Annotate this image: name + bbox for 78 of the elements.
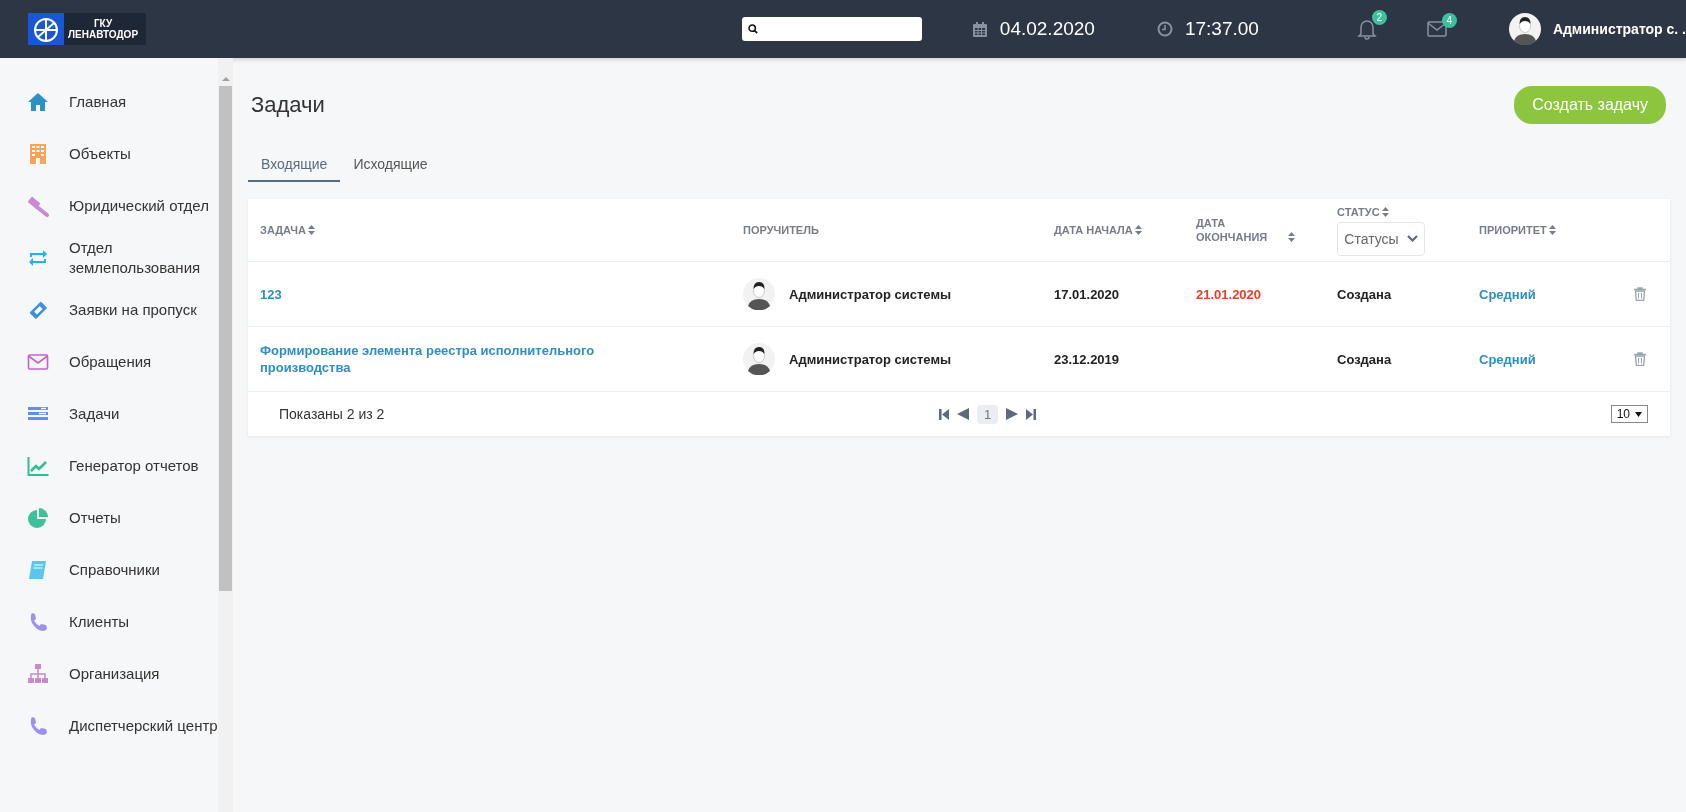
- sidebar-item[interactable]: Заявки на пропуск: [0, 284, 218, 336]
- chevron-down-icon: [1406, 235, 1418, 242]
- notification-count: 2: [1371, 10, 1387, 25]
- next-page-icon[interactable]: [1006, 408, 1019, 420]
- column-header[interactable]: ДАТА ОКОНЧАНИЯ: [1196, 216, 1286, 244]
- task-link[interactable]: 123: [260, 285, 282, 303]
- column-header[interactable]: ПОРУЧИТЕЛЬ: [743, 223, 819, 237]
- calendar-icon: [971, 20, 988, 38]
- sort-icon[interactable]: [1288, 232, 1295, 242]
- sidebar-item[interactable]: Объекты: [0, 128, 218, 180]
- assigner-name: Администратор системы: [789, 286, 952, 302]
- scrollbar[interactable]: [218, 58, 233, 812]
- user-avatar: [743, 343, 775, 375]
- home-icon: [27, 91, 49, 113]
- sidebar-item[interactable]: Справочники: [0, 544, 218, 596]
- user-avatar: [743, 278, 775, 310]
- book-icon: [27, 559, 49, 581]
- sidebar-item[interactable]: Организация: [0, 648, 218, 700]
- status-text: Создана: [1337, 286, 1392, 302]
- scroll-up-icon[interactable]: [221, 76, 230, 82]
- logo-text: ГКУ: [93, 18, 113, 29]
- envelope-icon[interactable]: [1426, 21, 1447, 37]
- sidebar-item[interactable]: Задачи: [0, 388, 218, 440]
- user-avatar[interactable]: [1508, 13, 1541, 45]
- logo[interactable]: ГКУ ЛЕНАВТОДОР: [28, 13, 146, 45]
- priority-link[interactable]: Средний: [1479, 285, 1536, 303]
- current-time: 17:37.00: [1184, 18, 1259, 40]
- envelope-icon: [27, 351, 49, 373]
- sidebar-item[interactable]: Диспетчерский центр: [0, 700, 218, 752]
- sidebar-item[interactable]: Генератор отчетов: [0, 440, 218, 492]
- user-name[interactable]: Администратор с. .: [1552, 21, 1686, 37]
- task-link[interactable]: Формирование элемента реестра исполнительного производства: [260, 342, 620, 376]
- trash-icon[interactable]: [1634, 287, 1646, 301]
- column-header[interactable]: ПРИОРИТЕТ: [1479, 223, 1547, 237]
- end-date: 21.01.2020: [1196, 286, 1262, 302]
- status-filter-dropdown[interactable]: Статусы: [1337, 221, 1425, 256]
- column-header[interactable]: ДАТА НАЧАЛА: [1054, 223, 1133, 237]
- sort-icon[interactable]: [1134, 225, 1142, 235]
- tab[interactable]: Входящие: [248, 148, 341, 182]
- gavel-icon: [27, 195, 49, 217]
- caret-icon: [1635, 411, 1642, 417]
- logo-text: ЛЕНАВТОДОР: [68, 29, 139, 40]
- priority-link[interactable]: Средний: [1479, 350, 1536, 368]
- status-text: Создана: [1337, 351, 1392, 367]
- pie-chart-icon: [27, 507, 49, 529]
- sidebar-item[interactable]: Обращения: [0, 336, 218, 388]
- hierarchy-icon: [27, 663, 49, 685]
- column-header[interactable]: СТАТУС: [1337, 204, 1380, 219]
- start-date: 23.12.2019: [1054, 351, 1120, 367]
- sidebar-item[interactable]: Юридический отдел: [0, 180, 218, 232]
- results-summary: Показаны 2 из 2: [279, 406, 386, 422]
- logo-icon: [28, 13, 64, 45]
- tab[interactable]: Исходящие: [340, 148, 441, 182]
- previous-page-icon[interactable]: [957, 408, 969, 420]
- page-button[interactable]: 1: [977, 404, 999, 424]
- trash-icon[interactable]: [1634, 352, 1646, 366]
- clock-icon: [1156, 21, 1173, 37]
- assigner-name: Администратор системы: [789, 351, 952, 367]
- first-page-icon[interactable]: [939, 408, 949, 420]
- sidebar-item[interactable]: Главная: [0, 76, 218, 128]
- current-date: 04.02.2020: [999, 18, 1095, 40]
- building-icon: [27, 143, 49, 165]
- sidebar-item[interactable]: Отдел землепользования: [0, 232, 218, 284]
- sort-icon[interactable]: [307, 225, 315, 235]
- start-date: 17.01.2020: [1054, 286, 1120, 302]
- last-page-icon[interactable]: [1026, 408, 1037, 420]
- line-chart-icon: [27, 455, 49, 477]
- sort-icon[interactable]: [1548, 225, 1556, 235]
- column-header[interactable]: ЗАДАЧА: [260, 223, 306, 237]
- sidebar-item[interactable]: Отчеты: [0, 492, 218, 544]
- message-count: 4: [1441, 13, 1457, 28]
- page-size-select[interactable]: 10: [1610, 405, 1648, 423]
- sidebar-item[interactable]: Клиенты: [0, 596, 218, 648]
- page-title: Задачи: [251, 92, 325, 118]
- search-field[interactable]: [741, 17, 922, 41]
- search-icon: [747, 23, 758, 35]
- sort-icon[interactable]: [1381, 206, 1389, 217]
- bell-icon[interactable]: [1356, 18, 1377, 40]
